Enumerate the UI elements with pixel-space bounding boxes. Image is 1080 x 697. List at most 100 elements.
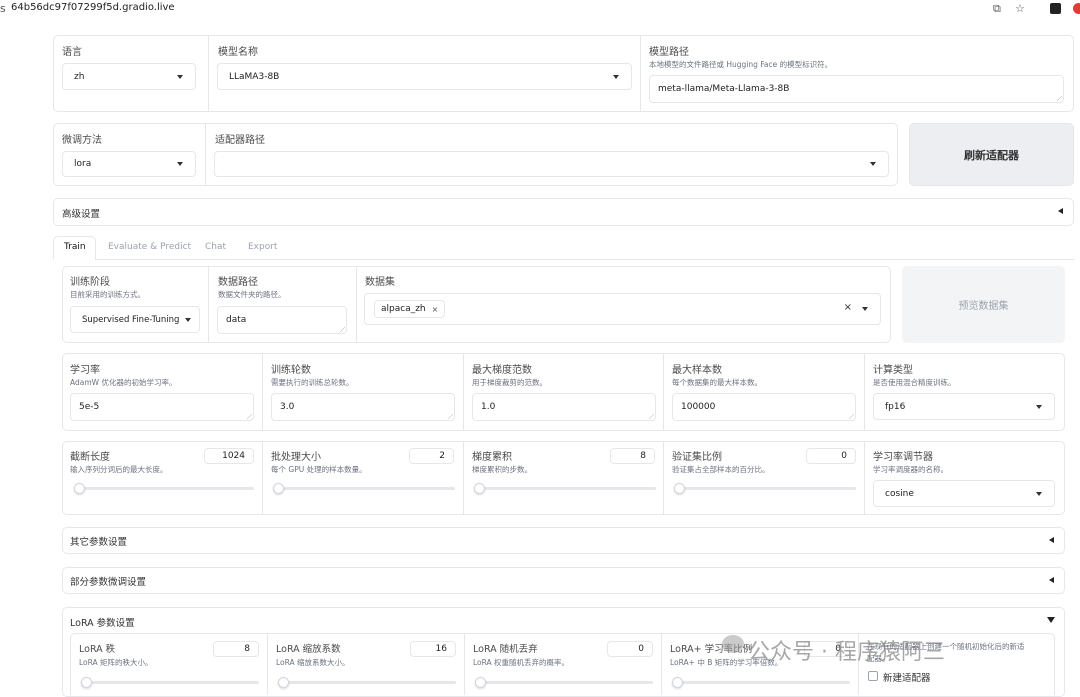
epochs-input[interactable]: 3.0	[271, 393, 455, 421]
dataset-dir-label: 数据路径	[218, 277, 258, 288]
collapse-left-icon[interactable]	[1058, 208, 1063, 214]
browser-url-bar[interactable]: s 64b56dc97f07299f5d.gradio.live ⧉ ☆	[0, 0, 1080, 17]
model-name-value: LLaMA3-8B	[229, 71, 280, 82]
lora-alpha-label: LoRA 缩放系数	[276, 644, 341, 655]
lora-alpha-slider[interactable]	[278, 681, 456, 684]
divider	[663, 354, 664, 430]
grad-accum-number[interactable]: 8	[610, 448, 655, 464]
url-text[interactable]: 64b56dc97f07299f5d.gradio.live	[11, 2, 175, 13]
lr-scheduler-dropdown[interactable]: cosine	[873, 480, 1055, 507]
batch-size-number[interactable]: 2	[409, 448, 454, 464]
model-name-label: 模型名称	[218, 47, 258, 58]
divider	[205, 124, 206, 185]
model-name-dropdown[interactable]: LLaMA3-8B	[217, 63, 632, 90]
learning-rate-input[interactable]: 5e-5	[70, 393, 254, 421]
max-grad-norm-label: 最大梯度范数	[472, 365, 532, 376]
profile-icon[interactable]	[1073, 3, 1080, 14]
lora-dropout-thumb[interactable]	[475, 677, 486, 688]
batch-size-info: 每个 GPU 处理的样本数量。	[271, 465, 367, 474]
other-settings-accordion[interactable]	[62, 527, 1065, 554]
model-path-label: 模型路径	[649, 47, 689, 58]
lr-scheduler-label: 学习率调节器	[873, 452, 933, 463]
grad-accum-slider[interactable]	[474, 487, 656, 490]
cutoff-len-slider[interactable]	[74, 487, 254, 490]
cutoff-len-info: 输入序列分词后的最大长度。	[70, 465, 168, 474]
grad-accum-thumb[interactable]	[474, 483, 485, 494]
resize-handle-icon[interactable]	[247, 414, 252, 419]
compute-type-dropdown[interactable]: fp16	[873, 393, 1055, 420]
chevron-down-icon	[177, 74, 183, 79]
divider	[463, 442, 464, 514]
max-samples-input[interactable]: 100000	[672, 393, 856, 421]
val-size-thumb[interactable]	[674, 483, 685, 494]
divider	[267, 634, 268, 695]
remove-chip-icon[interactable]: ×	[432, 305, 439, 314]
lora-dropout-slider[interactable]	[475, 681, 653, 684]
val-size-info: 验证集占全部样本的百分比。	[672, 465, 770, 474]
resize-handle-icon[interactable]	[340, 327, 345, 332]
tab-underline	[95, 259, 1074, 260]
collapse-left-icon[interactable]	[1049, 537, 1054, 543]
val-size-slider[interactable]	[674, 487, 856, 490]
divider	[262, 442, 263, 514]
max-samples-value: 100000	[681, 402, 716, 412]
lora-dropout-number[interactable]: 0	[607, 641, 653, 657]
lora-alpha-thumb[interactable]	[278, 677, 289, 688]
max-grad-norm-input[interactable]: 1.0	[472, 393, 656, 421]
tab-evaluate[interactable]: Evaluate & Predict	[108, 242, 191, 252]
lora-rank-number[interactable]: 8	[213, 641, 259, 657]
divider	[356, 267, 357, 342]
clear-icon[interactable]: ×	[844, 302, 852, 313]
advanced-settings-accordion[interactable]	[53, 198, 1074, 226]
lang-dropdown[interactable]: zh	[62, 63, 196, 90]
resize-handle-icon[interactable]	[849, 414, 854, 419]
bookmark-star-icon[interactable]: ☆	[1015, 2, 1025, 15]
collapse-left-icon[interactable]	[1049, 577, 1054, 583]
preview-dataset-button[interactable]: 预览数据集	[902, 266, 1065, 343]
lora-alpha-info: LoRA 缩放系数大小。	[276, 658, 350, 667]
stage-dropdown[interactable]: Supervised Fine-Tuning	[70, 306, 200, 333]
loraplus-ratio-slider[interactable]	[672, 681, 850, 684]
resize-handle-icon[interactable]	[649, 414, 654, 419]
tab-export[interactable]: Export	[248, 242, 277, 252]
grad-accum-info: 梯度累积的步数。	[472, 465, 532, 474]
expand-down-icon[interactable]	[1047, 617, 1055, 623]
lora-alpha-number[interactable]: 16	[410, 641, 456, 657]
lora-rank-slider[interactable]	[81, 681, 259, 684]
chevron-down-icon	[1036, 404, 1042, 409]
resize-handle-icon[interactable]	[1057, 96, 1062, 101]
learning-rate-info: AdamW 优化器的初始学习率。	[70, 378, 177, 387]
divider	[864, 354, 865, 430]
chevron-down-icon	[177, 162, 183, 166]
finetune-method-dropdown[interactable]: lora	[62, 151, 196, 177]
lora-rank-thumb[interactable]	[81, 677, 92, 688]
create-adapter-checkbox[interactable]	[868, 671, 878, 681]
refresh-adapter-button[interactable]: 刷新适配器	[909, 123, 1074, 186]
batch-size-slider[interactable]	[273, 487, 455, 490]
translate-icon[interactable]: ⧉	[993, 2, 1001, 16]
grad-accum-label: 梯度累积	[472, 452, 512, 463]
extension-icon[interactable]	[1050, 3, 1061, 14]
tab-chat[interactable]: Chat	[205, 242, 226, 252]
adapter-path-dropdown[interactable]	[214, 151, 889, 177]
chevron-down-icon	[870, 162, 876, 166]
cutoff-len-number[interactable]: 1024	[204, 448, 254, 464]
batch-size-thumb[interactable]	[273, 483, 284, 494]
dataset-multiselect[interactable]: alpaca_zh × ×	[364, 293, 881, 325]
cutoff-len-thumb[interactable]	[74, 483, 85, 494]
lang-value: zh	[74, 71, 85, 82]
dataset-dir-input[interactable]: data	[217, 306, 347, 334]
val-size-number[interactable]: 0	[806, 448, 856, 464]
dataset-chip[interactable]: alpaca_zh ×	[374, 300, 446, 318]
adapter-path-label: 适配器路径	[215, 135, 265, 146]
resize-handle-icon[interactable]	[448, 414, 453, 419]
loraplus-ratio-thumb[interactable]	[672, 677, 683, 688]
chevron-down-icon	[862, 307, 868, 311]
freeze-settings-accordion[interactable]	[62, 567, 1065, 594]
lora-settings-title[interactable]: LoRA 参数设置	[70, 615, 135, 629]
max-samples-info: 每个数据集的最大样本数。	[672, 378, 762, 387]
chevron-down-icon	[1036, 491, 1042, 496]
refresh-adapter-label: 刷新适配器	[964, 148, 1019, 162]
dataset-label: 数据集	[365, 277, 395, 288]
model-path-input[interactable]: meta-llama/Meta-Llama-3-8B	[649, 75, 1064, 103]
